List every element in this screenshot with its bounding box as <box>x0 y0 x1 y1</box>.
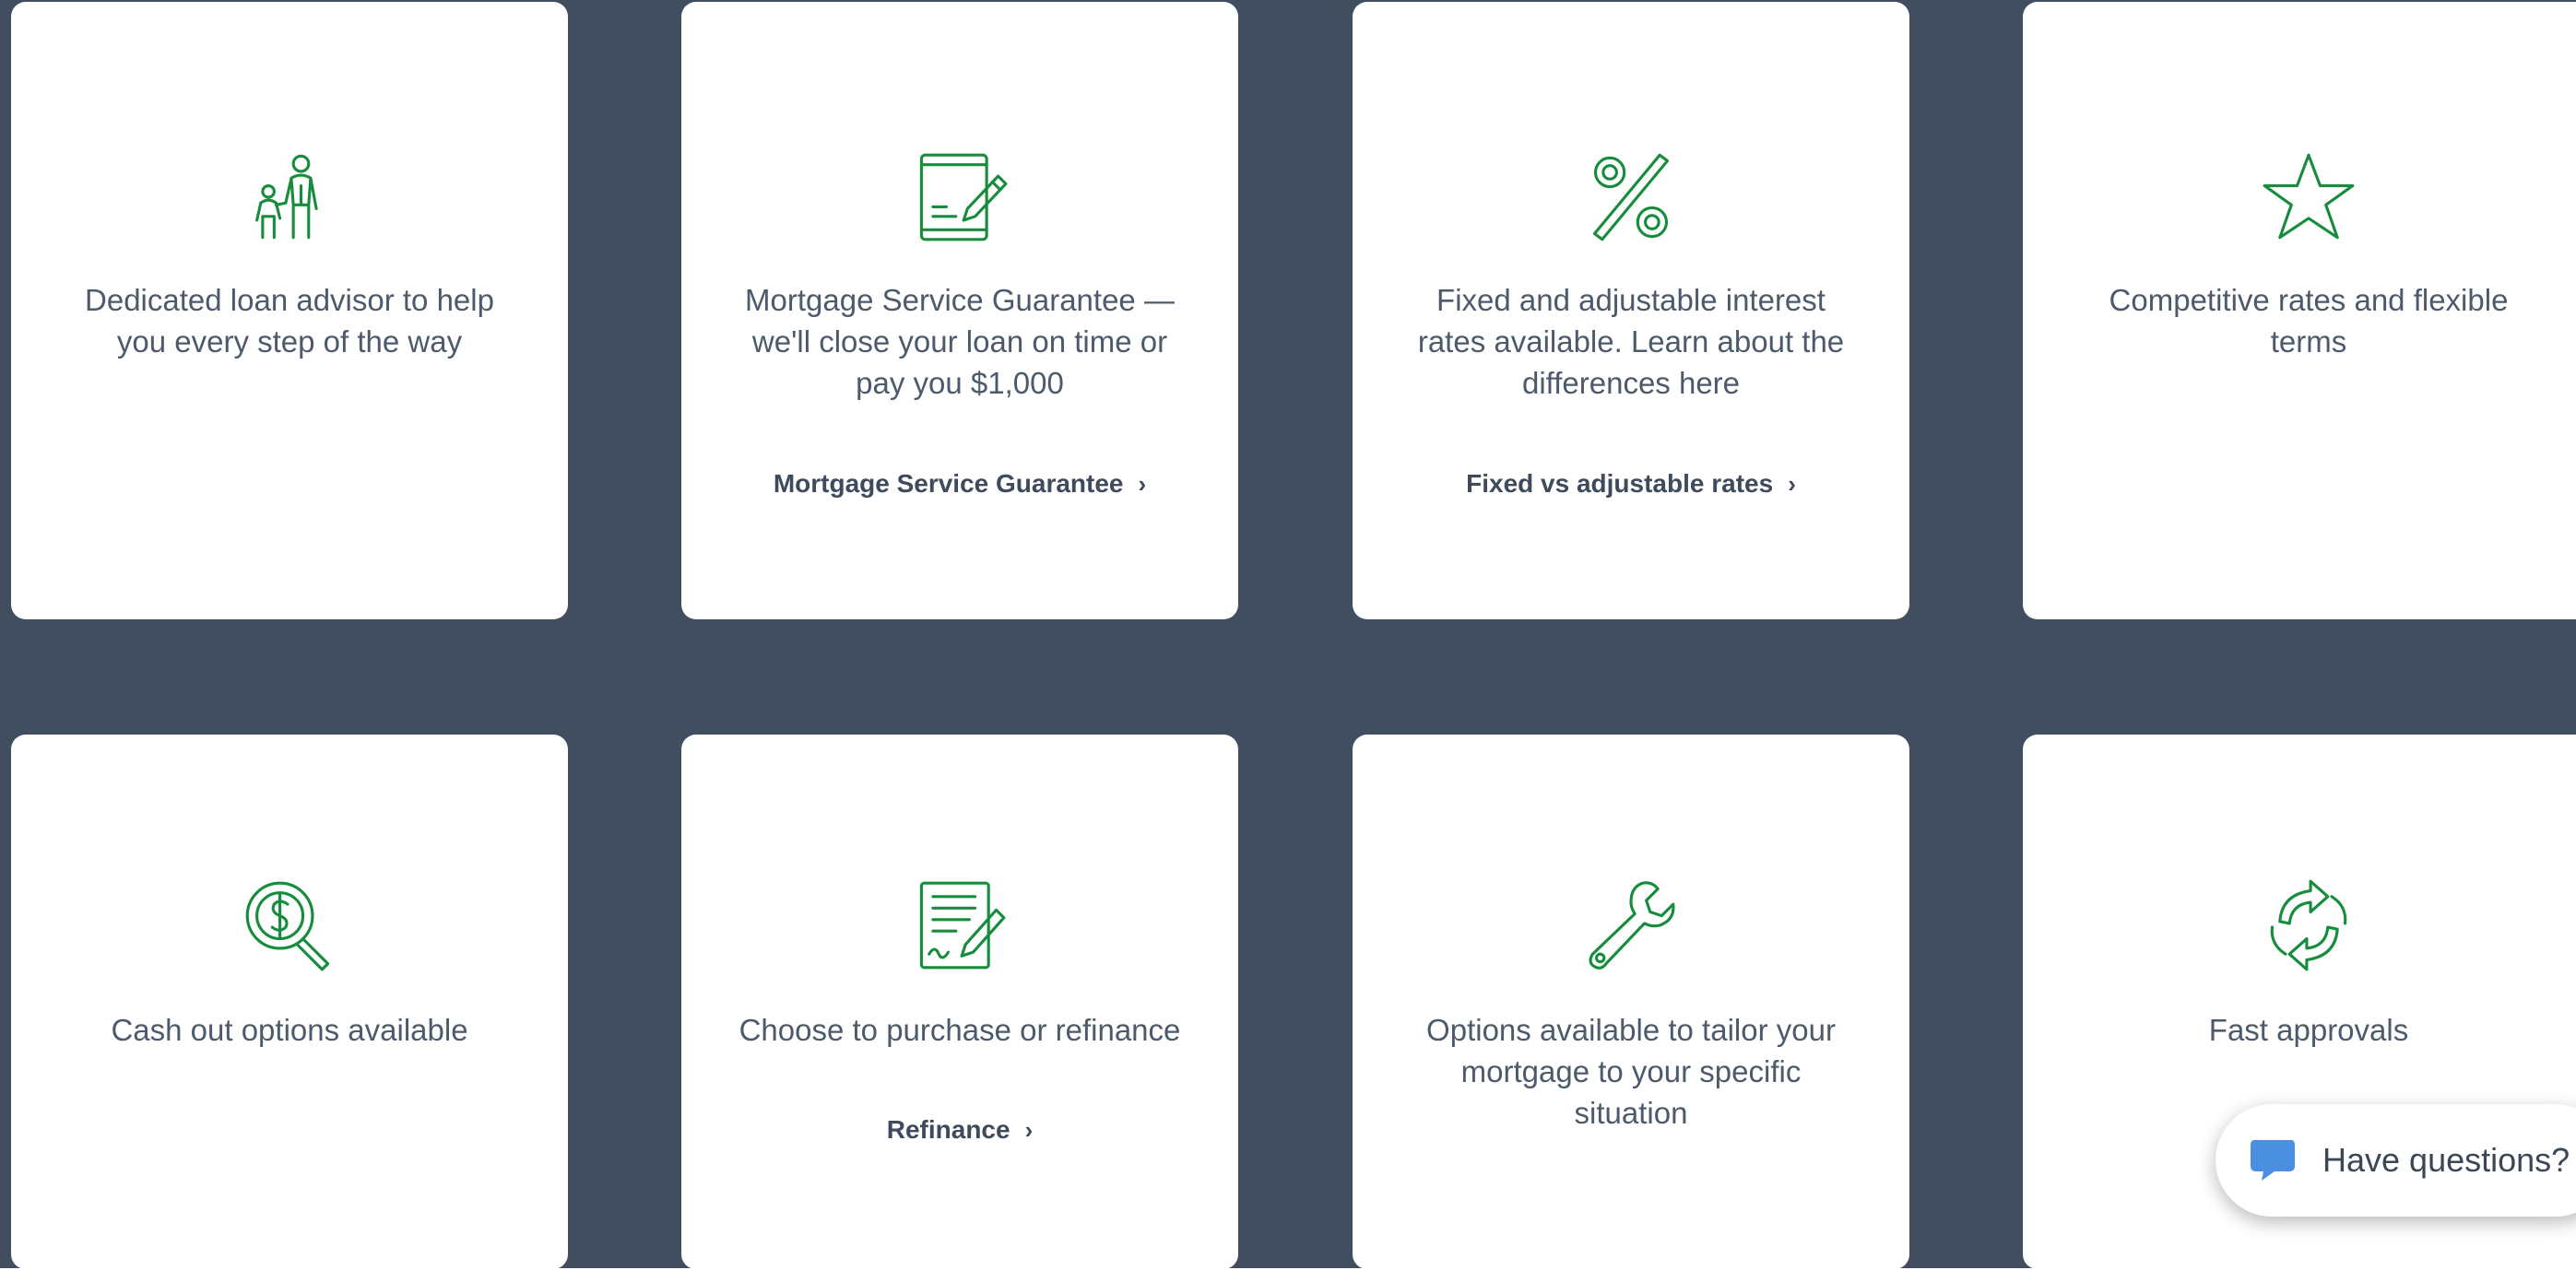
feature-text: Cash out options available <box>111 1013 468 1047</box>
chat-label: Have questions? <box>2322 1141 2570 1179</box>
parent-child-icon <box>242 149 337 245</box>
feature-text: Fixed and adjustable interest rates avai… <box>1417 283 1845 400</box>
percent-icon <box>1583 149 1679 245</box>
feature-text: Options available to tailor your mortgag… <box>1426 1013 1836 1130</box>
feature-card-loan-advisor: Dedicated loan advisor to help you every… <box>11 2 568 619</box>
chat-widget-button[interactable]: Have questions? <box>2216 1104 2576 1217</box>
feature-card-purchase-refinance: Choose to purchase or refinance Refinanc… <box>681 735 1238 1269</box>
wrench-icon <box>1583 877 1679 973</box>
fixed-vs-adjustable-link[interactable]: Fixed vs adjustable rates › <box>1353 465 1909 502</box>
feature-card-cash-out: Cash out options available <box>11 735 568 1269</box>
feature-text: Choose to purchase or refinance <box>739 1013 1181 1047</box>
document-sign-icon <box>912 149 1008 245</box>
refinance-link[interactable]: Refinance › <box>681 1111 1238 1148</box>
link-label: Refinance <box>886 1115 1010 1144</box>
feature-text: Competitive rates and flexible terms <box>2109 283 2509 359</box>
features-page: Dedicated loan advisor to help you every… <box>0 0 2576 1282</box>
feature-card-interest-rates: Fixed and adjustable interest rates avai… <box>1353 2 1909 619</box>
refresh-arrows-icon <box>2261 877 2357 973</box>
feature-card-competitive-rates: Competitive rates and flexible terms <box>2023 2 2576 619</box>
link-label: Fixed vs adjustable rates <box>1466 469 1774 498</box>
chevron-right-icon: › <box>1024 1116 1034 1144</box>
bottom-strip <box>0 1268 2576 1282</box>
mortgage-service-guarantee-link[interactable]: Mortgage Service Guarantee › <box>681 465 1238 502</box>
star-icon <box>2261 149 2357 245</box>
feature-card-tailor-options: Options available to tailor your mortgag… <box>1353 735 1909 1269</box>
feature-text: Mortgage Service Guarantee — we'll close… <box>745 283 1175 400</box>
link-label: Mortgage Service Guarantee <box>773 469 1124 498</box>
dollar-search-icon <box>242 877 337 973</box>
chevron-right-icon: › <box>1138 470 1147 498</box>
chat-bubble-icon <box>2249 1136 2297 1184</box>
feature-text: Dedicated loan advisor to help you every… <box>85 283 494 359</box>
contract-sign-icon <box>912 877 1008 973</box>
chevron-right-icon: › <box>1788 470 1796 498</box>
feature-card-service-guarantee: Mortgage Service Guarantee — we'll close… <box>681 2 1238 619</box>
feature-text: Fast approvals <box>2208 1013 2409 1047</box>
